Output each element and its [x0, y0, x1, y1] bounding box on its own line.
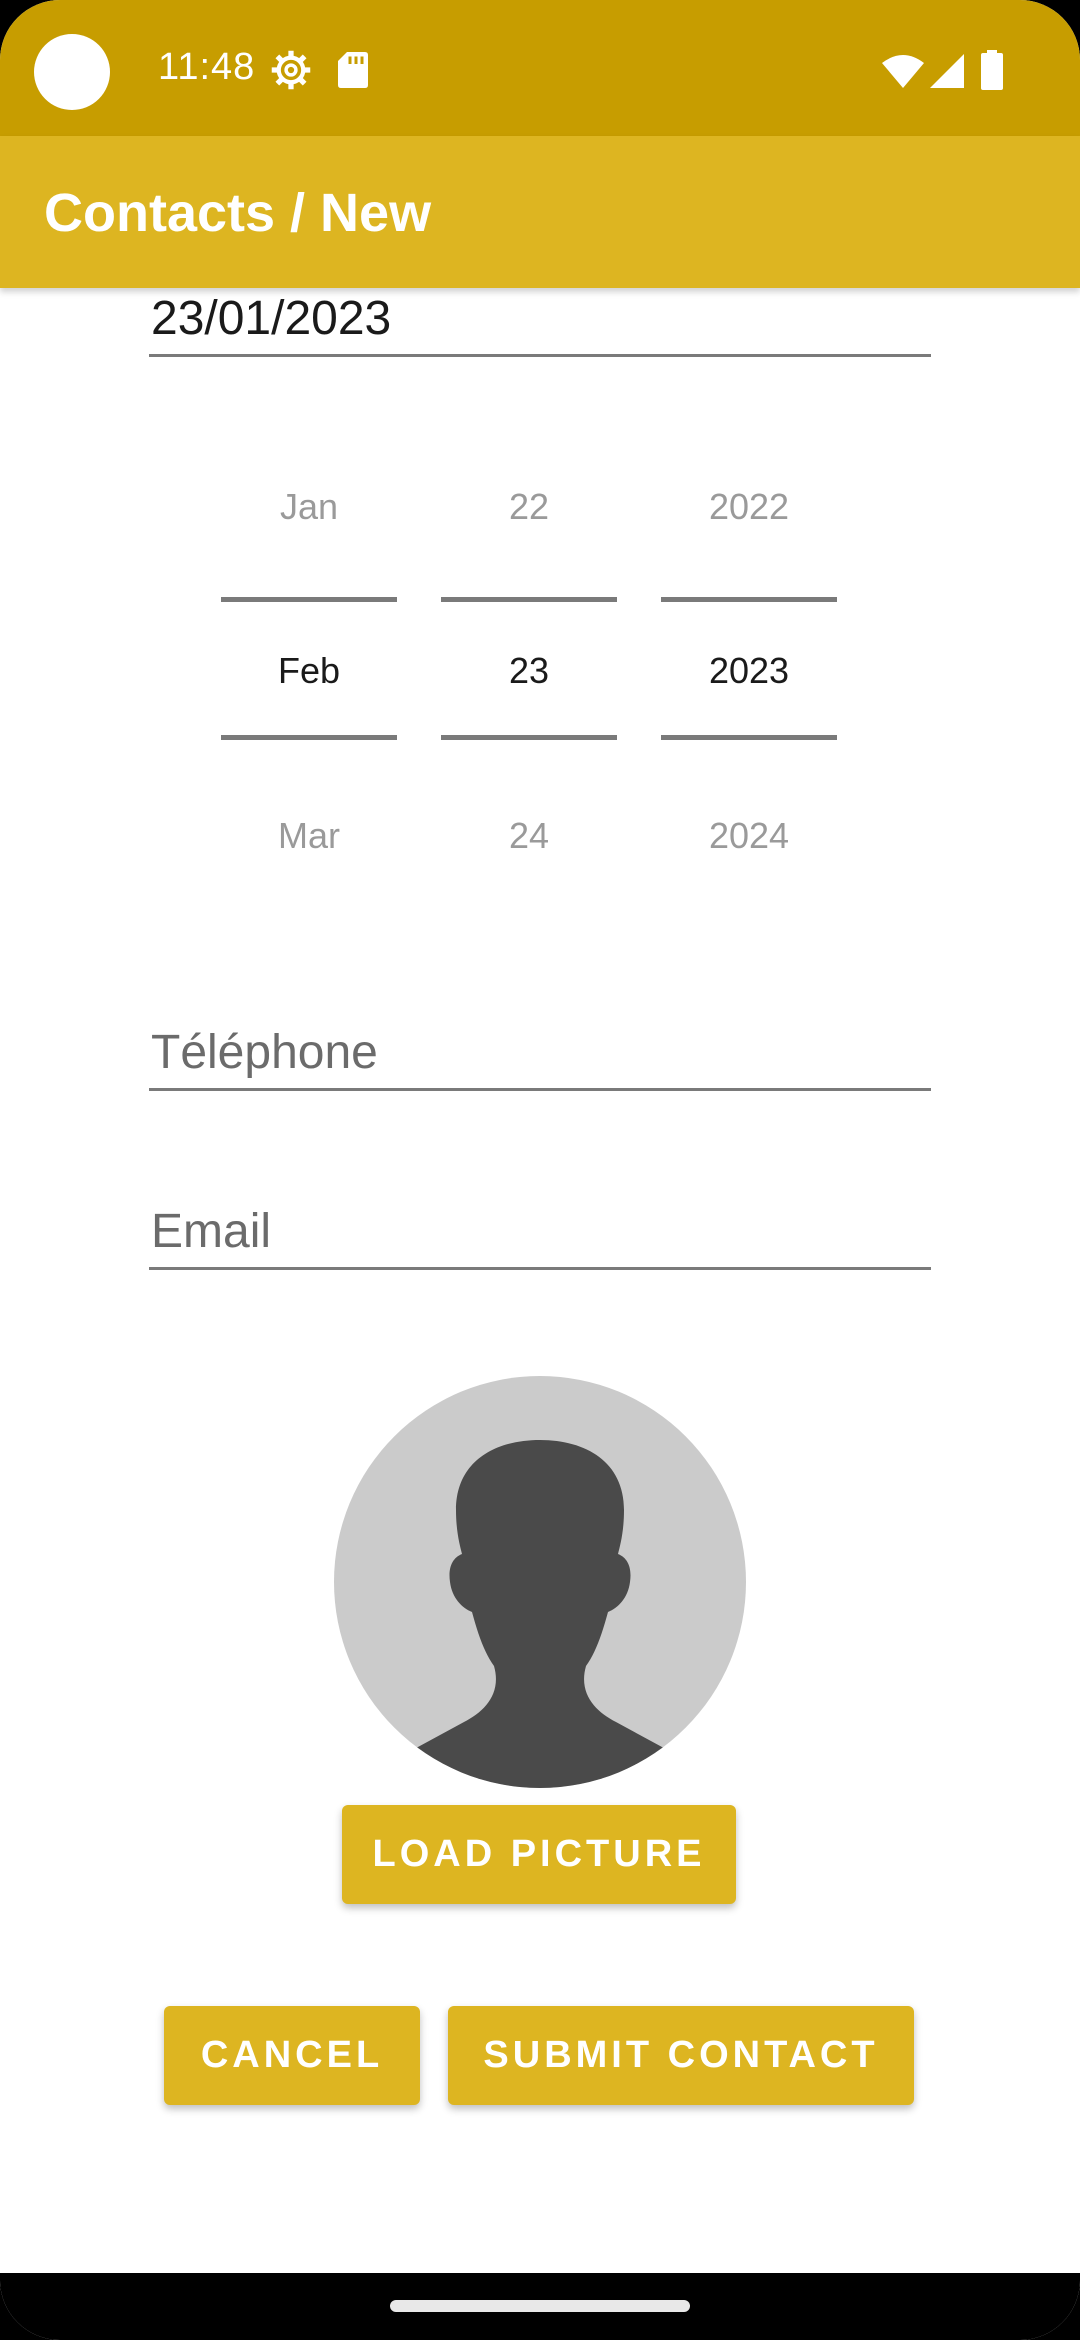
day-divider-top [441, 597, 617, 602]
submit-contact-button[interactable]: SUBMIT CONTACT [448, 2006, 914, 2105]
day-selected[interactable]: 23 [441, 650, 617, 692]
wifi-icon [882, 55, 924, 88]
day-divider-bottom [441, 735, 617, 740]
status-time: 11:48 [158, 46, 256, 88]
month-prev[interactable]: Jan [221, 486, 397, 528]
telephone-field[interactable]: Téléphone [149, 1018, 931, 1091]
form-content: 23/01/2023 Jan Feb Mar 22 23 24 2022 202… [0, 288, 1080, 2273]
month-next[interactable]: Mar [221, 815, 397, 857]
day-prev[interactable]: 22 [441, 486, 617, 528]
year-divider-bottom [661, 735, 837, 740]
person-silhouette-icon[interactable] [334, 1376, 746, 1788]
home-gesture-handle[interactable] [390, 2300, 690, 2312]
year-divider-top [661, 597, 837, 602]
month-divider-top [221, 597, 397, 602]
load-picture-button[interactable]: LOAD PICTURE [342, 1805, 736, 1904]
month-divider-bottom [221, 735, 397, 740]
email-field[interactable]: Email [149, 1197, 931, 1270]
year-selected[interactable]: 2023 [661, 650, 837, 692]
date-picker: Jan Feb Mar 22 23 24 2022 2023 2024 [0, 288, 1080, 928]
day-next[interactable]: 24 [441, 815, 617, 857]
camera-cutout [34, 34, 110, 110]
cancel-button[interactable]: CANCEL [164, 2006, 420, 2105]
navigation-bar [0, 2273, 1080, 2340]
settings-gear-icon [271, 50, 311, 90]
year-next[interactable]: 2024 [661, 815, 837, 857]
month-selected[interactable]: Feb [221, 650, 397, 692]
cell-signal-icon [930, 54, 964, 88]
sd-card-icon [338, 52, 368, 88]
app-title: Contacts / New [44, 183, 432, 243]
app-bar: Contacts / New [0, 136, 1080, 288]
year-prev[interactable]: 2022 [661, 486, 837, 528]
status-bar: 11:48 [0, 0, 1080, 136]
email-placeholder: Email [151, 1205, 272, 1258]
app-screen: 11:48 Contacts / New 23/01/2023 Jan Feb … [0, 0, 1080, 2340]
battery-icon [981, 50, 1003, 90]
telephone-placeholder: Téléphone [151, 1026, 378, 1079]
